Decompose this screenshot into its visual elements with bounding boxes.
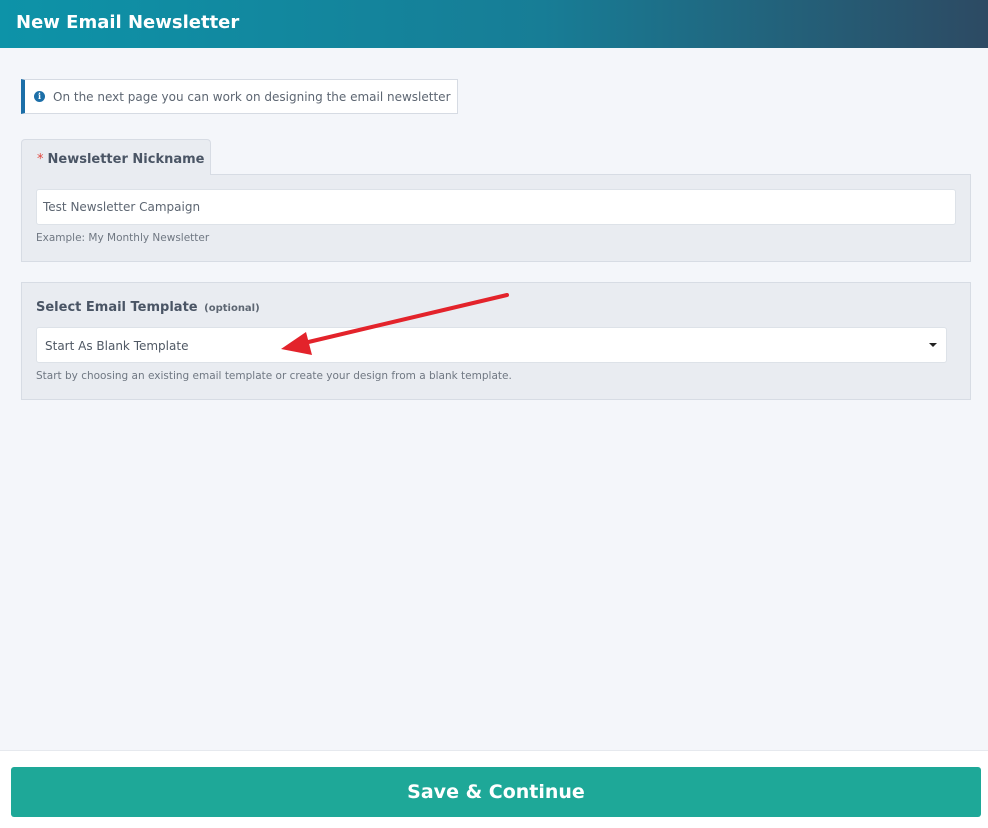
- info-icon: i: [34, 91, 45, 102]
- template-panel: Select Email Template (optional) Start A…: [21, 282, 971, 400]
- template-select[interactable]: Start As Blank Template: [36, 327, 947, 363]
- optional-tag: (optional): [204, 303, 260, 314]
- template-hint: Start by choosing an existing email temp…: [36, 370, 512, 382]
- nickname-hint: Example: My Monthly Newsletter: [36, 232, 210, 244]
- required-marker: *: [37, 152, 44, 167]
- template-label-row: Select Email Template (optional): [36, 300, 260, 315]
- nickname-panel: Test Newsletter Campaign Example: My Mon…: [21, 174, 971, 262]
- nickname-label: Newsletter Nickname: [47, 152, 205, 167]
- red-arrow-annotation: [281, 293, 509, 355]
- template-selected-value: Start As Blank Template: [45, 339, 189, 353]
- caret-down-icon: [929, 343, 937, 347]
- page-title: New Email Newsletter: [16, 12, 240, 33]
- nickname-tab: * Newsletter Nickname: [21, 139, 211, 175]
- save-continue-button[interactable]: Save & Continue: [11, 767, 981, 817]
- info-banner: i On the next page you can work on desig…: [21, 79, 458, 114]
- info-banner-text: On the next page you can work on designi…: [53, 89, 451, 104]
- template-label: Select Email Template: [36, 300, 198, 315]
- nickname-input[interactable]: Test Newsletter Campaign: [36, 189, 956, 225]
- nickname-value: Test Newsletter Campaign: [43, 200, 201, 214]
- page-header: New Email Newsletter: [0, 0, 988, 48]
